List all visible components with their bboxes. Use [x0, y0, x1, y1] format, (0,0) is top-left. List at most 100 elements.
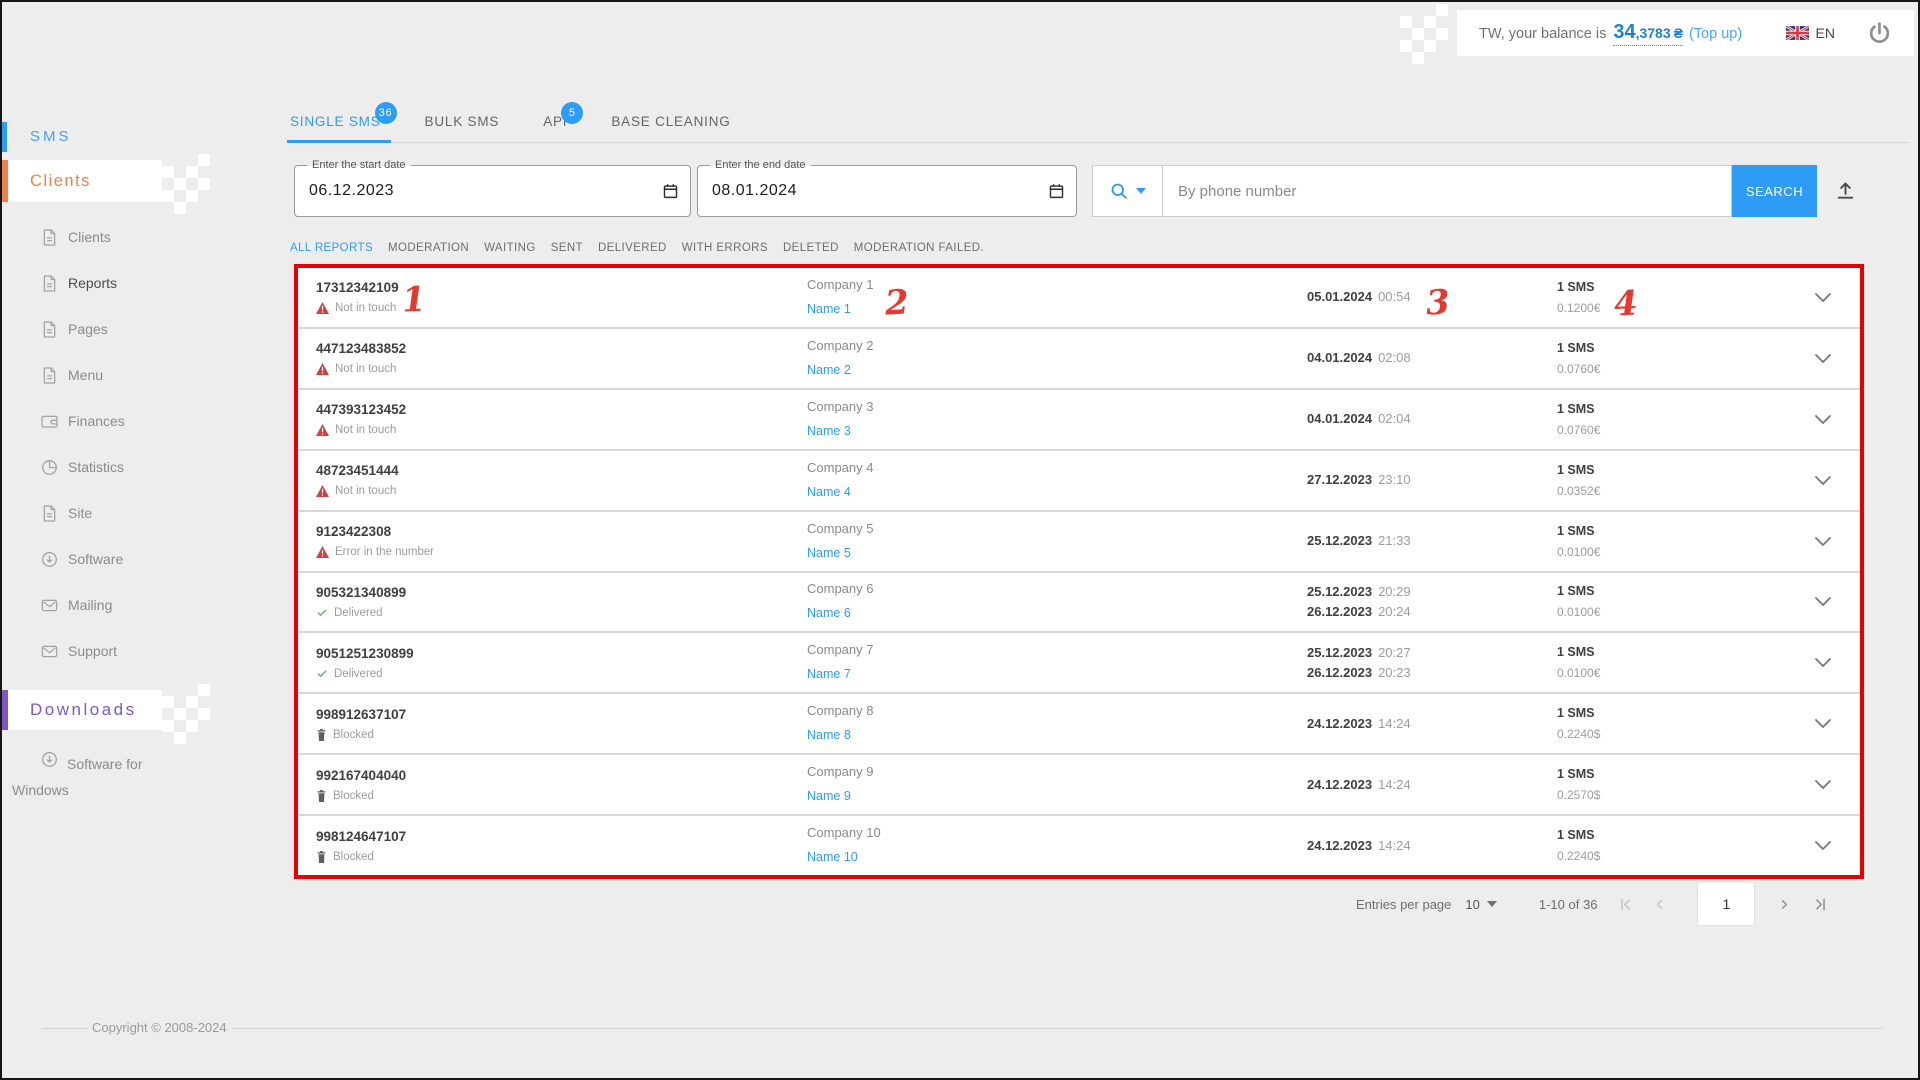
- phone-number: 48723451444: [316, 463, 807, 478]
- document-icon: [40, 320, 59, 339]
- client-name-link[interactable]: Name 3: [807, 424, 851, 438]
- client-name-link[interactable]: Name 2: [807, 363, 851, 377]
- page-number-input[interactable]: 1: [1697, 882, 1755, 926]
- chevron-down-icon[interactable]: [1809, 531, 1837, 552]
- chevron-down-icon[interactable]: [1809, 287, 1837, 308]
- cell-expand: [1785, 531, 1860, 552]
- table-row: 905321340899 Delivered Company 6 Name 6 …: [298, 573, 1860, 634]
- sms-count: 1 SMS: [1557, 524, 1785, 538]
- report-filter-deleted[interactable]: DELETED: [783, 242, 839, 254]
- sidebar-item-reports[interactable]: Reports: [2, 260, 242, 306]
- entries-per-page-label: Entries per page: [1356, 897, 1451, 912]
- report-filter-sent[interactable]: SENT: [551, 242, 583, 254]
- date-value: 26.12.2023: [1307, 604, 1372, 619]
- document-icon: [40, 274, 59, 293]
- sidebar-item-support[interactable]: Support: [2, 628, 242, 674]
- client-name-link[interactable]: Name 10: [807, 850, 858, 864]
- logout-power-icon[interactable]: [1867, 21, 1892, 46]
- phone-number: 447123483852: [316, 341, 807, 356]
- sidebar-item-label: Pages: [68, 321, 108, 337]
- warning-icon: [316, 546, 329, 558]
- calendar-icon[interactable]: [662, 182, 679, 205]
- chevron-down-icon[interactable]: [1809, 470, 1837, 491]
- status-text: Blocked: [333, 790, 374, 802]
- report-filter-delivered[interactable]: DELIVERED: [598, 242, 667, 254]
- delivery-status: Not in touch: [316, 424, 807, 436]
- chevron-down-icon[interactable]: [1809, 348, 1837, 369]
- date-value: 04.01.2024: [1307, 350, 1372, 365]
- tab-api[interactable]: API5: [543, 114, 567, 142]
- chevron-down-icon[interactable]: [1809, 835, 1837, 856]
- client-name-link[interactable]: Name 7: [807, 667, 851, 681]
- chevron-down-icon[interactable]: [1809, 409, 1837, 430]
- tab-single-sms[interactable]: SINGLE SMS36: [290, 114, 381, 142]
- search-type-selector[interactable]: [1092, 165, 1163, 217]
- search-button[interactable]: SEARCH: [1732, 165, 1817, 217]
- delivery-status: Blocked: [316, 729, 807, 741]
- tab-base-cleaning[interactable]: BASE CLEANING: [611, 114, 730, 142]
- sidebar-item-mailing[interactable]: Mailing: [2, 582, 242, 628]
- report-filter-all-reports[interactable]: ALL REPORTS: [290, 242, 373, 254]
- sidebar-item-finances[interactable]: Finances: [2, 398, 242, 444]
- table-row: 992167404040 Blocked Company 9 Name 9 24…: [298, 755, 1860, 816]
- sidebar-item-software-for-windows[interactable]: Software for Windows: [2, 750, 187, 803]
- cell-expand: [1785, 713, 1860, 734]
- client-name-link[interactable]: Name 5: [807, 546, 851, 560]
- sidebar-section-downloads[interactable]: Downloads: [2, 690, 162, 730]
- annotation-4: 4: [1613, 283, 1639, 324]
- end-date-value[interactable]: 08.01.2024: [712, 182, 797, 200]
- client-name-link[interactable]: Name 6: [807, 606, 851, 620]
- sidebar-item-clients[interactable]: Clients: [2, 214, 242, 260]
- balance-prefix: TW, your balance is: [1479, 26, 1606, 42]
- sidebar-section-sms[interactable]: SMS: [2, 122, 152, 152]
- report-filter-waiting[interactable]: WAITING: [484, 242, 536, 254]
- cell-expand: [1785, 591, 1860, 612]
- client-name-link[interactable]: Name 9: [807, 789, 851, 803]
- start-date-field[interactable]: Enter the start date 06.12.2023: [294, 165, 691, 217]
- tab-bulk-sms[interactable]: BULK SMS: [425, 114, 500, 142]
- cell-sms: 1 SMS 0.2240$: [1557, 828, 1785, 863]
- report-filter-moderation[interactable]: MODERATION: [388, 242, 469, 254]
- report-filter-with-errors[interactable]: WITH ERRORS: [682, 242, 768, 254]
- sidebar-item-site[interactable]: Site: [2, 490, 242, 536]
- date-value: 27.12.2023: [1307, 472, 1372, 487]
- cell-client: Company 2 Name 2: [807, 338, 1307, 379]
- client-name-link[interactable]: Name 4: [807, 485, 851, 499]
- chevron-down-icon[interactable]: [1809, 652, 1837, 673]
- report-filter-moderation-failed[interactable]: MODERATION FAILED.: [854, 242, 984, 254]
- date-line-1: 04.01.202402:04: [1307, 409, 1557, 429]
- first-page-button[interactable]: [1615, 894, 1636, 915]
- entries-per-page-select[interactable]: 10: [1465, 897, 1496, 912]
- sidebar-item-software[interactable]: Software: [2, 536, 242, 582]
- sidebar-item-statistics[interactable]: Statistics: [2, 444, 242, 490]
- top-up-link[interactable]: (Top up): [1689, 26, 1742, 42]
- sidebar-item-pages[interactable]: Pages: [2, 306, 242, 352]
- language-label: EN: [1816, 25, 1835, 41]
- last-page-button[interactable]: [1810, 894, 1831, 915]
- cell-client: Company 9 Name 9: [807, 764, 1307, 805]
- chevron-down-icon[interactable]: [1809, 591, 1837, 612]
- search-input[interactable]: [1163, 165, 1732, 217]
- cell-client: Company 8 Name 8: [807, 703, 1307, 744]
- time-value: 14:24: [1378, 716, 1411, 731]
- export-upload-icon[interactable]: [1834, 179, 1857, 207]
- check-icon: [316, 607, 328, 618]
- start-date-value[interactable]: 06.12.2023: [309, 182, 394, 200]
- previous-page-button[interactable]: [1650, 895, 1669, 914]
- sidebar-item-menu[interactable]: Menu: [2, 352, 242, 398]
- chevron-down-icon[interactable]: [1809, 774, 1837, 795]
- next-page-button[interactable]: [1775, 895, 1794, 914]
- annotation-2: 2: [884, 282, 910, 323]
- language-selector[interactable]: EN: [1786, 25, 1835, 41]
- cell-expand: [1785, 287, 1860, 308]
- client-name-link[interactable]: Name 1: [807, 302, 851, 316]
- time-value: 23:10: [1378, 472, 1411, 487]
- sidebar-section-clients[interactable]: Clients: [2, 160, 162, 202]
- date-line-1: 25.12.202321:33: [1307, 531, 1557, 551]
- end-date-field[interactable]: Enter the end date 08.01.2024: [697, 165, 1077, 217]
- calendar-icon[interactable]: [1048, 182, 1065, 205]
- client-name-link[interactable]: Name 8: [807, 728, 851, 742]
- cell-phone: 447123483852 Not in touch: [298, 341, 807, 375]
- chevron-down-icon[interactable]: [1809, 713, 1837, 734]
- status-text: Blocked: [333, 729, 374, 741]
